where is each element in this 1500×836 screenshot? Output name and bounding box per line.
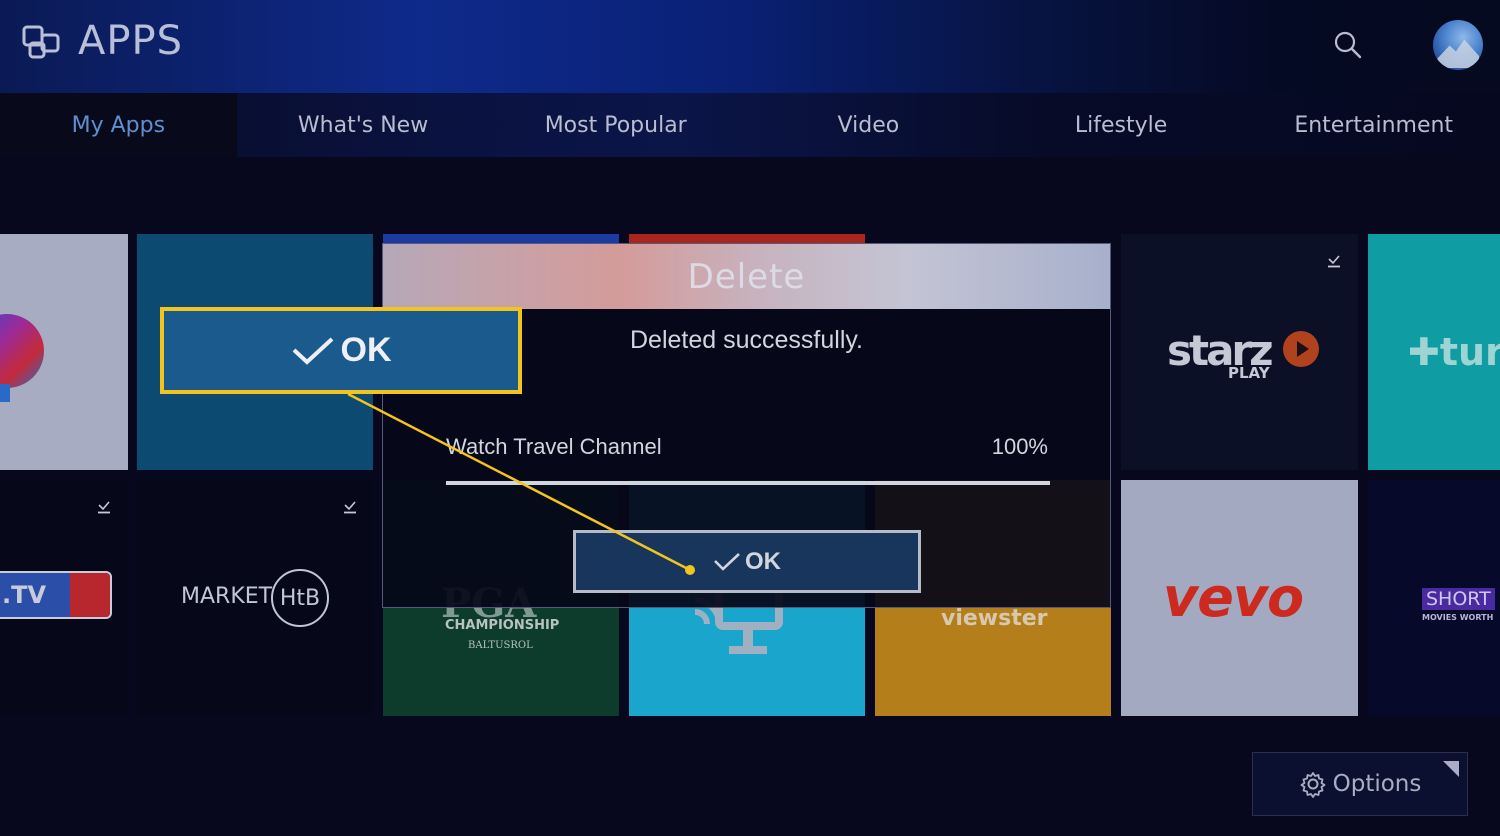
tab-label: Entertainment — [1294, 112, 1454, 138]
gear-icon — [1300, 772, 1326, 798]
play-icon — [1283, 331, 1319, 367]
options-label: Options — [1332, 771, 1422, 797]
progress-item-label: Watch Travel Channel — [446, 434, 662, 459]
tab-video[interactable]: Video — [742, 93, 995, 157]
tab-my-apps[interactable]: My Apps — [0, 93, 237, 157]
callout-label: OK — [340, 331, 392, 369]
apps-icon — [22, 25, 60, 59]
header-bar: APPS — [0, 0, 1500, 93]
mlb-logo: .TV — [0, 571, 112, 619]
tab-entertainment[interactable]: Entertainment — [1247, 93, 1500, 157]
mlb-logo-text: .TV — [2, 581, 47, 609]
delete-dialog: Delete Deleted successfully. Watch Trave… — [382, 243, 1111, 608]
tunein-logo: ✚tur — [1408, 330, 1500, 374]
progress-bar — [446, 481, 1050, 485]
app-tile-starz[interactable]: starz PLAY — [1121, 234, 1358, 470]
shortstv-tagline: MOVIES WORTH — [1422, 613, 1494, 622]
tab-label: Most Popular — [544, 112, 687, 138]
pga-sub-label: CHAMPIONSHIP — [445, 618, 560, 633]
dialog-header: Delete — [383, 244, 1110, 309]
vevo-logo: vevo — [1163, 566, 1304, 629]
tab-label: Video — [837, 112, 900, 138]
tab-most-popular[interactable]: Most Popular — [489, 93, 742, 157]
corner-indicator-icon — [1443, 761, 1459, 777]
progress-percent: 100% — [991, 434, 1048, 459]
installed-check-icon — [98, 501, 110, 514]
checkmark-icon — [292, 337, 333, 365]
market-hub-logo-text: MARKET — [181, 584, 273, 609]
app-tile-market-hub[interactable]: MARKET HtB — [137, 480, 373, 716]
pga-location-label: BALTUSROL — [468, 640, 533, 651]
mountain-image — [1437, 39, 1479, 68]
viewster-logo: viewster — [941, 606, 1048, 631]
search-icon[interactable] — [1332, 29, 1364, 61]
installed-check-icon — [344, 501, 356, 514]
app-tile-shortstv[interactable]: SHORT MOVIES WORTH — [1368, 480, 1500, 716]
tab-whats-new[interactable]: What's New — [237, 93, 490, 157]
shortstv-logo: SHORT — [1422, 588, 1495, 610]
app-tile-partial[interactable] — [0, 234, 128, 470]
app-logo — [0, 314, 44, 388]
market-hub-badge: HtB — [271, 569, 329, 627]
progress-bar-fill — [446, 481, 1050, 485]
tab-label: Lifestyle — [1074, 112, 1168, 138]
mlb-logo-red — [70, 573, 110, 617]
app-tile-tunein[interactable]: ✚tur — [1368, 234, 1500, 470]
dialog-title: Delete — [687, 256, 806, 297]
options-button[interactable]: Options — [1252, 752, 1468, 816]
starz-sub-label: PLAY — [1228, 364, 1270, 382]
callout-ok-highlight: OK — [160, 307, 522, 394]
tab-label: What's New — [297, 112, 429, 138]
app-logo-stem — [0, 384, 10, 402]
ok-button-label: OK — [745, 547, 781, 575]
page-title: APPS — [78, 18, 183, 64]
user-avatar[interactable] — [1433, 20, 1483, 70]
tab-label: My Apps — [71, 112, 166, 138]
tunein-logo-text: tur — [1439, 330, 1500, 374]
installed-check-icon — [1328, 255, 1340, 268]
app-tile-vevo[interactable]: vevo — [1121, 480, 1358, 716]
checkmark-icon — [714, 552, 740, 571]
category-tabs: My Apps What's New Most Popular Video Li… — [0, 93, 1500, 157]
tab-lifestyle[interactable]: Lifestyle — [995, 93, 1248, 157]
ok-button[interactable]: OK — [573, 530, 921, 593]
app-tile-mlbtv[interactable]: .TV — [0, 480, 128, 716]
